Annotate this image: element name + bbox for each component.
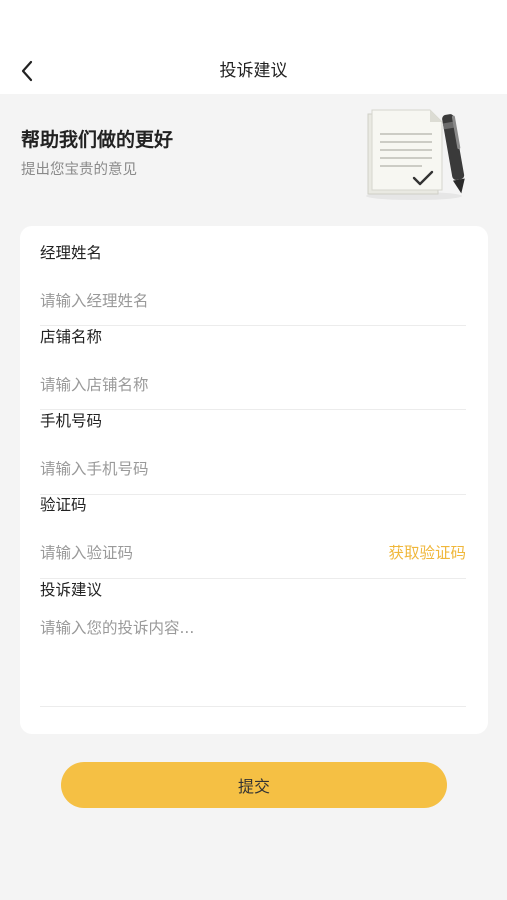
- banner-title: 帮助我们做的更好: [21, 129, 174, 151]
- manager-name-field: 经理姓名: [40, 242, 466, 326]
- phone-label: 手机号码: [40, 412, 103, 430]
- verification-code-field: 验证码 获取验证码: [40, 494, 466, 579]
- phone-field: 手机号码: [40, 410, 466, 495]
- store-name-input[interactable]: [40, 372, 466, 398]
- manager-name-input[interactable]: [40, 288, 466, 314]
- banner-subtitle: 提出您宝贵的意见: [21, 162, 137, 178]
- store-name-label: 店铺名称: [40, 328, 103, 346]
- complaint-label: 投诉建议: [40, 581, 103, 599]
- submit-button[interactable]: 提交: [61, 762, 447, 808]
- manager-name-label: 经理姓名: [40, 244, 103, 262]
- complaint-field: 投诉建议: [40, 579, 466, 709]
- verification-code-input[interactable]: [40, 540, 356, 566]
- document-pen-icon: [366, 109, 465, 200]
- page-title: 投诉建议: [219, 61, 288, 81]
- divider: [40, 706, 466, 707]
- top-navigation-bar: 投诉建议: [0, 0, 507, 94]
- get-verification-code-button[interactable]: 获取验证码: [388, 542, 466, 564]
- complaint-form-card: 经理姓名 店铺名称 手机号码 验证码 获取验证码 投诉建议: [20, 226, 488, 734]
- store-name-field: 店铺名称: [40, 326, 466, 410]
- verification-code-label: 验证码: [40, 496, 87, 514]
- phone-input[interactable]: [40, 456, 466, 482]
- complaint-textarea[interactable]: [40, 617, 466, 703]
